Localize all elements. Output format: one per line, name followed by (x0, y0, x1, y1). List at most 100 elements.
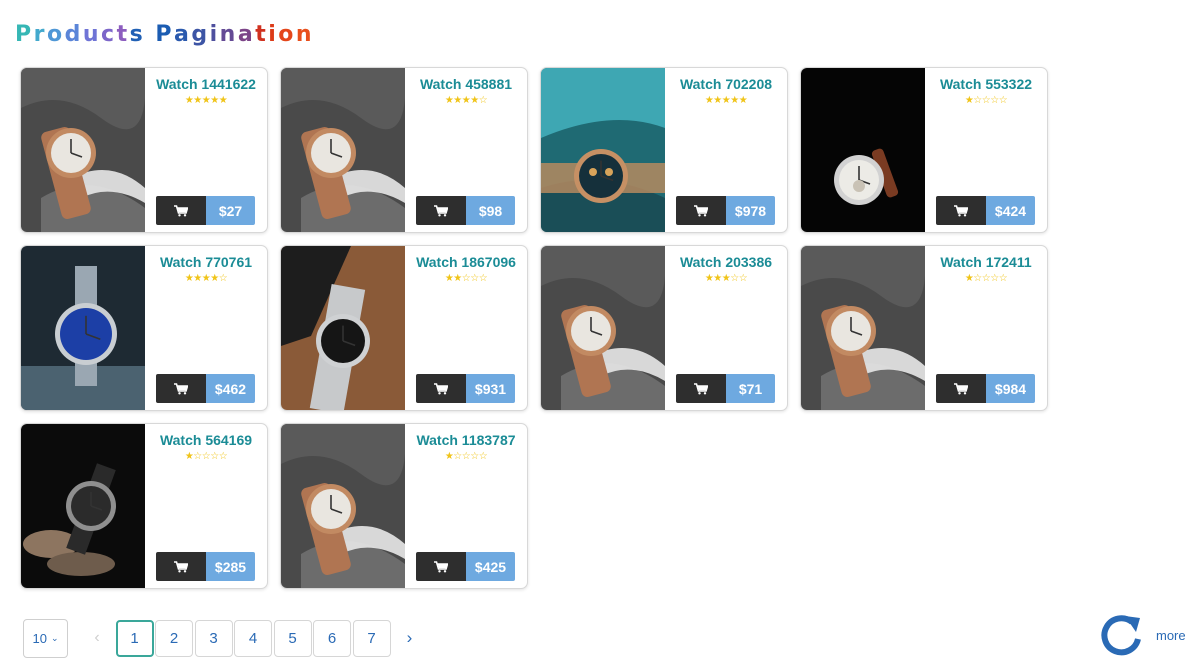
add-to-cart-button[interactable] (416, 374, 466, 403)
star-outline-icon: ☆ (461, 451, 471, 462)
pagination: 10 ⌄ ‹ 1234567 › (23, 618, 417, 658)
price-button[interactable]: $984 (986, 374, 1035, 403)
star-rating: ★★★★☆ (145, 273, 267, 284)
title-letter: P (15, 22, 34, 47)
add-to-cart-button[interactable] (156, 552, 206, 581)
price-button[interactable]: $462 (206, 374, 255, 403)
add-to-cart-button[interactable] (676, 374, 726, 403)
star-filled-icon: ★ (201, 95, 211, 106)
product-card: Watch 203386 ★★★☆☆ $71 (540, 245, 788, 411)
price-button[interactable]: $424 (986, 196, 1035, 225)
page-button-7[interactable]: 7 (352, 619, 391, 657)
add-to-cart-button[interactable] (416, 552, 466, 581)
star-outline-icon: ☆ (998, 95, 1008, 106)
shopping-cart-icon (434, 560, 448, 572)
star-outline-icon: ☆ (218, 451, 228, 462)
chevron-right-icon[interactable]: › (403, 628, 417, 648)
star-filled-icon: ★ (201, 273, 211, 284)
product-image[interactable] (281, 424, 405, 588)
star-outline-icon: ☆ (218, 273, 228, 284)
page-button-1[interactable]: 1 (115, 619, 154, 657)
product-image[interactable] (801, 246, 925, 410)
add-to-cart-button[interactable] (416, 196, 466, 225)
page-button-3[interactable]: 3 (194, 619, 233, 657)
product-image[interactable] (801, 68, 925, 232)
product-title[interactable]: Watch 203386 (665, 254, 787, 270)
price-button[interactable]: $978 (726, 196, 775, 225)
product-title[interactable]: Watch 1183787 (405, 432, 527, 448)
product-image[interactable] (21, 68, 145, 232)
product-image[interactable] (21, 246, 145, 410)
add-to-cart-button[interactable] (936, 374, 986, 403)
star-rating: ★★★★★ (145, 95, 267, 106)
star-filled-icon: ★ (193, 95, 202, 106)
star-filled-icon: ★ (721, 95, 731, 106)
star-outline-icon: ☆ (981, 95, 991, 106)
price-button[interactable]: $931 (466, 374, 515, 403)
add-to-cart-button[interactable] (676, 196, 726, 225)
chevron-down-icon: ⌄ (50, 632, 59, 643)
star-outline-icon: ☆ (478, 95, 488, 106)
product-card: Watch 564169 ★☆☆☆☆ $285 (20, 423, 268, 589)
star-rating: ★★☆☆☆ (405, 273, 527, 284)
price-button[interactable]: $71 (726, 374, 775, 403)
product-image[interactable] (281, 68, 405, 232)
star-rating: ★☆☆☆☆ (145, 451, 267, 462)
product-card: Watch 702208 ★★★★★ $978 (540, 67, 788, 233)
star-rating: ★☆☆☆☆ (925, 273, 1047, 284)
price-button[interactable]: $27 (206, 196, 255, 225)
product-image[interactable] (21, 424, 145, 588)
star-filled-icon: ★ (218, 95, 228, 106)
more-button[interactable]: more (1098, 612, 1186, 658)
product-image[interactable] (281, 246, 405, 410)
product-card: Watch 1441622 ★★★★★ $27 (20, 67, 268, 233)
shopping-cart-icon (174, 560, 188, 572)
title-letter: i (268, 22, 279, 47)
page-button-4[interactable]: 4 (234, 619, 272, 657)
star-outline-icon: ☆ (478, 273, 488, 284)
add-to-cart-button[interactable] (156, 196, 206, 225)
product-title[interactable]: Watch 172411 (925, 254, 1047, 270)
title-letter: P (155, 22, 175, 47)
product-grid: Watch 1441622 ★★★★★ $27 Watch 458881 ★★★★☆… (20, 67, 1060, 589)
page-button-5[interactable]: 5 (273, 619, 312, 657)
star-outline-icon: ☆ (990, 95, 999, 106)
add-to-cart-button[interactable] (156, 374, 206, 403)
title-letter: n (219, 22, 238, 47)
star-filled-icon: ★ (713, 95, 722, 106)
product-card: Watch 458881 ★★★★☆ $98 (280, 67, 528, 233)
product-image[interactable] (541, 68, 665, 232)
shopping-cart-icon (954, 204, 968, 216)
star-outline-icon: ☆ (470, 451, 479, 462)
star-outline-icon: ☆ (973, 95, 982, 106)
add-to-cart-button[interactable] (936, 196, 986, 225)
shopping-cart-icon (694, 204, 708, 216)
star-rating: ★★★★★ (665, 95, 787, 106)
title-letter (145, 22, 155, 47)
per-page-value: 10 (32, 630, 47, 646)
star-outline-icon: ☆ (981, 273, 991, 284)
page-title: Products Pagination (15, 22, 314, 47)
product-title[interactable]: Watch 1867096 (405, 254, 527, 270)
title-letter: u (82, 22, 102, 47)
price-button[interactable]: $285 (206, 552, 255, 581)
per-page-select[interactable]: 10 ⌄ (23, 618, 68, 658)
shopping-cart-icon (434, 204, 448, 216)
product-title[interactable]: Watch 1441622 (145, 76, 267, 92)
star-filled-icon: ★ (713, 273, 722, 284)
star-outline-icon: ☆ (210, 451, 219, 462)
product-title[interactable]: Watch 770761 (145, 254, 267, 270)
chevron-left-icon[interactable]: ‹ (86, 629, 108, 647)
title-letter: a (174, 22, 192, 47)
product-title[interactable]: Watch 564169 (145, 432, 267, 448)
product-image[interactable] (541, 246, 665, 410)
product-title[interactable]: Watch 458881 (405, 76, 527, 92)
page-button-6[interactable]: 6 (313, 619, 351, 657)
title-letter: o (46, 22, 65, 47)
price-button[interactable]: $425 (466, 552, 515, 581)
product-title[interactable]: Watch 702208 (665, 76, 787, 92)
price-button[interactable]: $98 (466, 196, 515, 225)
product-title[interactable]: Watch 553322 (925, 76, 1047, 92)
page-button-2[interactable]: 2 (155, 619, 193, 657)
star-outline-icon: ☆ (461, 273, 471, 284)
